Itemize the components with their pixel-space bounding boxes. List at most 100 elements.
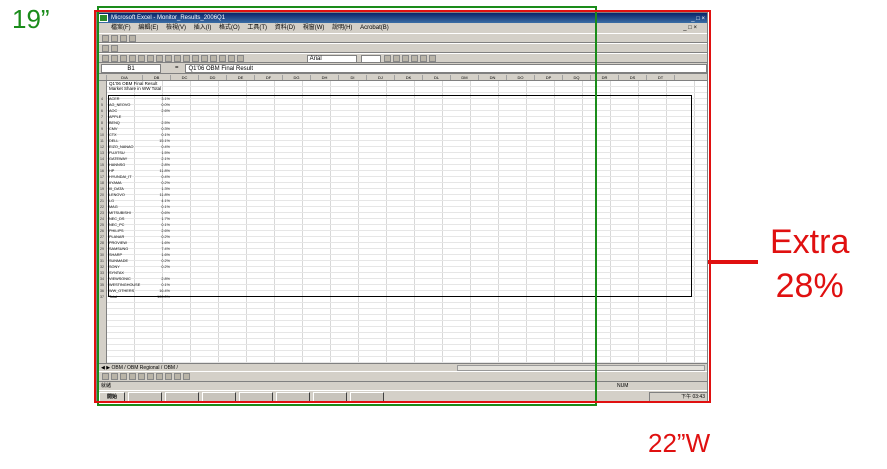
fx-icon[interactable]: = xyxy=(175,65,179,71)
redo-icon[interactable] xyxy=(192,55,199,62)
menu-view[interactable]: 檢視(V) xyxy=(166,25,186,31)
toolbar-button[interactable] xyxy=(174,373,181,381)
toolbar-button[interactable] xyxy=(138,373,145,381)
menu-window[interactable]: 視窗(W) xyxy=(303,25,325,31)
toolbar-button[interactable] xyxy=(102,45,109,52)
row-number[interactable]: 23 xyxy=(97,211,107,216)
chart-icon[interactable] xyxy=(228,55,235,62)
toolbar-button[interactable] xyxy=(111,35,118,42)
column-header[interactable]: DF xyxy=(255,75,283,80)
save-icon[interactable] xyxy=(120,55,127,62)
column-header[interactable]: DR xyxy=(591,75,619,80)
toolbar-button[interactable] xyxy=(120,373,127,381)
row-number[interactable]: 24 xyxy=(97,217,107,222)
toolbar-button[interactable] xyxy=(102,373,109,381)
row-number[interactable]: 22 xyxy=(97,205,107,210)
toolbar-button[interactable] xyxy=(129,373,136,381)
column-header[interactable]: DL xyxy=(423,75,451,80)
column-header[interactable]: DO xyxy=(507,75,535,80)
taskbar-item[interactable] xyxy=(276,392,310,401)
row-number[interactable]: 36 xyxy=(97,289,107,294)
row-number[interactable]: 10 xyxy=(97,133,107,138)
font-name-select[interactable]: Arial xyxy=(306,54,357,63)
sort-desc-icon[interactable] xyxy=(219,55,226,62)
menu-acrobat[interactable]: Acrobat(B) xyxy=(360,25,389,31)
row-number[interactable]: 8 xyxy=(97,121,107,126)
column-header[interactable]: DG xyxy=(283,75,311,80)
menu-format[interactable]: 格式(O) xyxy=(219,25,240,31)
toolbar-button[interactable] xyxy=(111,45,118,52)
menu-insert[interactable]: 插入(I) xyxy=(194,25,212,31)
toolbar-button[interactable] xyxy=(183,373,190,381)
menu-tools[interactable]: 工具(T) xyxy=(247,25,267,31)
column-header[interactable]: DH xyxy=(311,75,339,80)
row-number[interactable]: 11 xyxy=(97,139,107,144)
sum-icon[interactable] xyxy=(201,55,208,62)
start-button[interactable]: 開始 xyxy=(99,392,125,401)
toolbar-button[interactable] xyxy=(102,35,109,42)
column-header[interactable]: DQ xyxy=(563,75,591,80)
row-number[interactable]: 30 xyxy=(97,253,107,258)
menu-edit[interactable]: 編輯(E) xyxy=(138,25,158,31)
row-number[interactable]: 7 xyxy=(97,115,107,120)
row-number[interactable]: 20 xyxy=(97,193,107,198)
row-number[interactable]: 6 xyxy=(97,109,107,114)
row-number[interactable]: 19 xyxy=(97,187,107,192)
taskbar-item[interactable] xyxy=(350,392,384,401)
row-number[interactable]: 15 xyxy=(97,163,107,168)
column-header[interactable]: DT xyxy=(647,75,675,80)
new-icon[interactable] xyxy=(102,55,109,62)
column-header[interactable]: DM xyxy=(451,75,479,80)
align-center-icon[interactable] xyxy=(402,55,410,62)
menu-file[interactable]: 檔案(F) xyxy=(111,25,131,31)
taskbar-item[interactable] xyxy=(128,392,162,401)
toolbar-button[interactable] xyxy=(120,35,127,42)
formula-bar[interactable]: Q1'06 OBM Final Result xyxy=(184,63,707,73)
row-number[interactable]: 17 xyxy=(97,175,107,180)
cut-icon[interactable] xyxy=(156,55,163,62)
undo-icon[interactable] xyxy=(183,55,190,62)
row-number[interactable]: 18 xyxy=(97,181,107,186)
toolbar-button[interactable] xyxy=(129,35,136,42)
row-number[interactable]: 14 xyxy=(97,157,107,162)
row-number[interactable]: 34 xyxy=(97,277,107,282)
align-right-icon[interactable] xyxy=(411,55,419,62)
row-number[interactable]: 28 xyxy=(97,241,107,246)
column-header[interactable]: DI xyxy=(339,75,367,80)
column-header[interactable]: DE xyxy=(227,75,255,80)
sheet-subtitle-cell[interactable]: Market Share in WW Total xyxy=(109,86,161,91)
paste-icon[interactable] xyxy=(174,55,181,62)
fill-color-icon[interactable] xyxy=(429,55,437,62)
border-icon[interactable] xyxy=(420,55,428,62)
align-left-icon[interactable] xyxy=(393,55,401,62)
row-number[interactable]: 33 xyxy=(97,271,107,276)
doc-window-controls[interactable]: _ □ × xyxy=(683,23,697,33)
toolbar-button[interactable] xyxy=(147,373,154,381)
zoom-icon[interactable] xyxy=(237,55,244,62)
column-header[interactable]: D/A xyxy=(107,75,143,80)
toolbar-button[interactable] xyxy=(165,373,172,381)
print-icon[interactable] xyxy=(129,55,136,62)
menu-help[interactable]: 說明(H) xyxy=(332,25,352,31)
font-size-select[interactable] xyxy=(361,54,382,63)
column-header[interactable]: DS xyxy=(619,75,647,80)
row-number[interactable]: 13 xyxy=(97,151,107,156)
name-box[interactable]: B1 xyxy=(101,63,161,73)
sort-asc-icon[interactable] xyxy=(210,55,217,62)
taskbar-item[interactable] xyxy=(165,392,199,401)
taskbar-item[interactable] xyxy=(313,392,347,401)
row-number[interactable]: 37 xyxy=(97,295,107,300)
row-number[interactable]: 4 xyxy=(97,97,107,102)
row-number[interactable]: 21 xyxy=(97,199,107,204)
open-icon[interactable] xyxy=(111,55,118,62)
spell-icon[interactable] xyxy=(147,55,154,62)
column-header[interactable]: DP xyxy=(535,75,563,80)
bold-icon[interactable] xyxy=(384,55,392,62)
row-number[interactable]: 35 xyxy=(97,283,107,288)
column-header[interactable]: DN xyxy=(479,75,507,80)
toolbar-button[interactable] xyxy=(156,373,163,381)
column-header[interactable]: DB xyxy=(143,75,171,80)
row-number[interactable]: 12 xyxy=(97,145,107,150)
row-number[interactable]: 26 xyxy=(97,229,107,234)
row-number[interactable]: 32 xyxy=(97,265,107,270)
